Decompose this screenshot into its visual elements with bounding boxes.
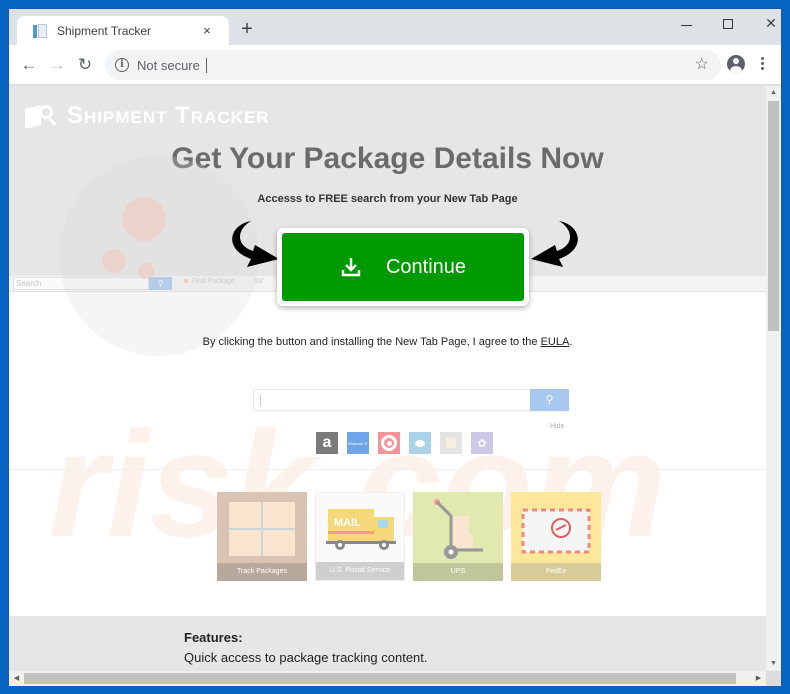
airmail-envelope-icon [521,508,591,554]
tile-track-packages: Track Packages [217,492,307,581]
page-subheadline: Accesss to FREE search from your New Tab… [257,193,518,205]
forward-button[interactable]: → [45,53,69,77]
browser-toolbar: ← → ↻ i Not secure ☆ [9,45,781,85]
eula-agreement: By clicking the button and installing th… [202,336,573,348]
bookmark-star-icon[interactable]: ☆ [695,54,709,74]
continue-button[interactable]: Continue [282,233,524,301]
preview-main-search-icon: ⚲ [530,389,569,411]
tile-label: FedEx [511,563,601,581]
brand-name: Shipment Tracker [67,102,270,129]
brand-logo: Shipment Tracker [25,102,270,130]
quick-link-walmart-icon: Walmart ✳ [347,432,369,454]
info-icon[interactable]: i [115,58,129,72]
minimize-button[interactable] [666,15,706,35]
scrollbar-corner [766,671,781,686]
scroll-down-icon[interactable]: ▼ [766,657,781,671]
tile-fedex: FedEx [511,492,601,581]
mail-truck-icon: MAIL [326,509,396,550]
quick-link-target-icon [378,432,400,454]
tab-title: Shipment Tracker [57,23,152,38]
package-search-logo-icon [25,103,57,129]
horizontal-scroll-thumb[interactable] [24,673,736,684]
eula-link[interactable]: EULA [541,336,570,348]
minimize-icon [680,24,692,26]
curved-arrow-right-icon [531,221,578,267]
preview-find-package: Find Package [184,278,235,285]
profile-icon[interactable] [727,55,745,73]
new-tab-button[interactable]: + [237,19,257,39]
scroll-left-icon[interactable]: ◀ [9,671,24,686]
tile-label: U.S. Postal Service [316,562,404,580]
close-window-button[interactable]: ✕ [751,15,790,35]
horizontal-scrollbar[interactable]: ◀ ▶ [9,671,766,686]
preview-search-input: Search [13,277,149,290]
address-bar[interactable]: i Not secure ☆ [105,50,721,80]
quick-link-charity-icon: ✿ [471,432,493,454]
back-button[interactable]: ← [17,53,41,77]
curved-arrow-left-icon [232,221,279,267]
tab-strip: Shipment Tracker × + ✕ [9,9,781,45]
features-title: Features: [184,630,243,645]
package-box-icon [229,502,295,556]
maximize-button[interactable] [708,15,748,35]
text-caret [205,57,207,73]
tile-ups: UPS [413,492,503,581]
tab-shipment-tracker[interactable]: Shipment Tracker × [17,16,229,45]
preview-main-search-input [253,389,569,411]
hand-truck-icon [434,499,483,559]
vertical-scroll-thumb[interactable] [768,101,779,331]
features-section: Features: Quick access to package tracki… [9,616,766,671]
menu-kebab-icon[interactable] [757,55,767,75]
section-divider [9,469,766,470]
download-icon [341,258,361,277]
maximize-icon [723,19,733,30]
browser-window: Shipment Tracker × + ✕ ← → ↻ i Not secur… [8,8,782,686]
continue-label: Continue [385,255,467,278]
favicon-icon [33,23,47,39]
continue-button-frame: Continue [277,228,529,306]
scroll-up-icon[interactable]: ▲ [766,86,781,100]
quick-link-amazon-icon: a [316,432,338,454]
agreement-text: By clicking the button and installing th… [202,336,541,348]
features-text: Quick access to package tracking content… [184,650,428,665]
reload-button[interactable]: ↻ [73,53,97,77]
scroll-right-icon[interactable]: ▶ [751,671,766,686]
tab-close-icon[interactable]: × [199,23,215,38]
quick-link-notes-icon [440,432,462,454]
page-headline: Get Your Package Details Now [171,142,604,175]
preview-hide-link: Hide [550,423,565,430]
quick-link-chat-icon [409,432,431,454]
vertical-scrollbar[interactable]: ▲ ▼ [766,86,781,671]
tile-label: Track Packages [217,563,307,581]
security-status: Not secure [137,57,200,73]
svg-text:MAIL: MAIL [334,517,361,529]
page-viewport: Shipment Tracker Get Your Package Detail… [9,86,766,671]
tile-usps: MAIL U.S. Postal Service [315,492,405,581]
preview-search-icon: ⚲ [149,277,172,290]
tile-label: UPS [413,563,503,581]
preview-weather: 83° [254,278,265,285]
